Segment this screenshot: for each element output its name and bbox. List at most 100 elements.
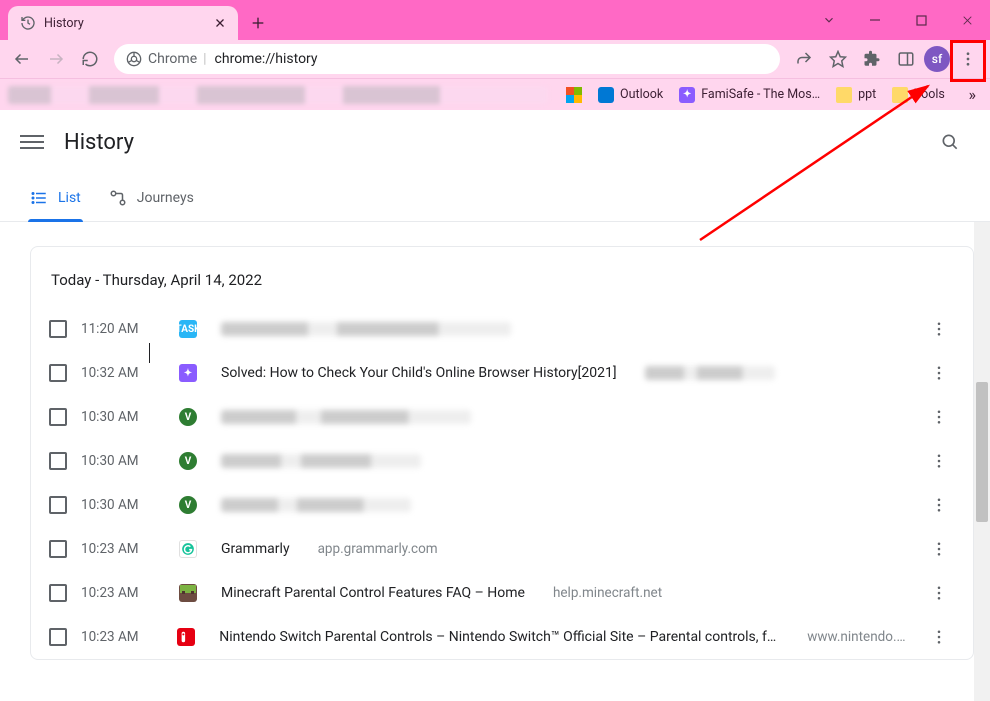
row-title: Solved: How to Check Your Child's Online… <box>221 365 617 381</box>
row-more-button[interactable] <box>923 313 955 345</box>
tab-label: Journeys <box>137 190 194 206</box>
redacted-title <box>221 322 511 336</box>
row-more-button[interactable] <box>923 445 955 477</box>
site-favicon: V <box>179 408 197 426</box>
close-window-button[interactable] <box>944 0 990 40</box>
bookmark-label: FamiSafe - The Mos… <box>701 87 820 102</box>
address-bar[interactable]: Chrome | chrome://history <box>114 44 780 74</box>
row-domain: www.nintendo.c… <box>807 629 910 645</box>
history-card: Today - Thursday, April 14, 2022 11:20 A… <box>30 246 974 660</box>
history-row[interactable]: 10:23 AM Minecraft Parental Control Featu… <box>49 571 955 615</box>
back-button[interactable] <box>6 43 38 75</box>
row-more-button[interactable] <box>923 533 955 565</box>
row-checkbox[interactable] <box>49 540 67 558</box>
site-favicon: TASK <box>179 320 197 338</box>
tab-journeys[interactable]: Journeys <box>109 174 194 221</box>
history-icon <box>20 15 36 31</box>
row-more-button[interactable] <box>923 357 955 389</box>
profile-avatar[interactable]: sf <box>924 46 950 72</box>
search-history-button[interactable] <box>930 122 970 162</box>
redacted-bookmarks <box>8 86 548 104</box>
close-tab-button[interactable] <box>212 15 228 31</box>
row-time: 10:23 AM <box>81 629 145 645</box>
row-title: Minecraft Parental Control Features FAQ … <box>221 585 525 601</box>
row-checkbox[interactable] <box>49 496 67 514</box>
tab-label: List <box>58 190 81 206</box>
window-controls <box>806 0 990 40</box>
bookmark-famisafe[interactable]: ✦ FamiSafe - The Mos… <box>671 87 828 103</box>
microsoft-icon <box>566 87 582 103</box>
forward-button[interactable] <box>40 43 72 75</box>
browser-toolbar: Chrome | chrome://history sf <box>0 40 990 78</box>
site-favicon <box>179 584 197 602</box>
row-more-button[interactable] <box>924 621 955 653</box>
row-checkbox[interactable] <box>49 452 67 470</box>
site-favicon: V <box>179 452 197 470</box>
folder-icon <box>836 87 852 103</box>
row-title: Nintendo Switch Parental Controls – Nint… <box>219 629 779 645</box>
tab-title: History <box>44 16 212 31</box>
share-button[interactable] <box>788 43 820 75</box>
maximize-button[interactable] <box>898 0 944 40</box>
extensions-button[interactable] <box>856 43 888 75</box>
site-favicon <box>177 628 195 646</box>
row-time: 10:32 AM <box>81 365 147 381</box>
bookmark-item[interactable] <box>558 87 590 103</box>
history-row[interactable]: 10:30 AM V <box>49 395 955 439</box>
row-more-button[interactable] <box>923 401 955 433</box>
bookmark-outlook[interactable]: Outlook <box>590 87 671 103</box>
redacted-title <box>221 454 421 468</box>
row-more-button[interactable] <box>923 489 955 521</box>
bookmark-star-button[interactable] <box>822 43 854 75</box>
history-row[interactable]: 10:32 AM ✦ Solved: How to Check Your Child… <box>49 351 955 395</box>
row-time: 11:20 AM <box>81 321 147 337</box>
tab-list[interactable]: List <box>30 174 81 221</box>
bookmarks-overflow-button[interactable]: » <box>963 85 983 104</box>
bookmark-label: Tools <box>914 87 945 102</box>
row-checkbox[interactable] <box>49 628 67 646</box>
row-checkbox[interactable] <box>49 320 67 338</box>
bookmark-label: Outlook <box>620 87 663 102</box>
history-row[interactable]: 10:30 AMV <box>49 483 955 527</box>
minimize-button[interactable] <box>852 0 898 40</box>
row-time: 10:23 AM <box>81 541 147 557</box>
site-favicon <box>179 540 197 558</box>
sidepanel-button[interactable] <box>890 43 922 75</box>
browser-titlebar: History <box>0 0 990 40</box>
site-chip-label: Chrome <box>148 51 197 67</box>
reload-button[interactable] <box>74 43 106 75</box>
bookmark-tools-folder[interactable]: Tools <box>884 87 953 103</box>
redacted-title <box>221 410 471 424</box>
row-checkbox[interactable] <box>49 408 67 426</box>
row-more-button[interactable] <box>923 577 955 609</box>
bookmark-label: ppt <box>858 87 876 102</box>
history-row[interactable]: 11:20 AM TASK <box>49 307 955 351</box>
site-favicon: V <box>179 496 197 514</box>
history-tabs: List Journeys <box>0 174 990 222</box>
redacted-domain <box>645 366 775 380</box>
date-heading: Today - Thursday, April 14, 2022 <box>51 271 955 289</box>
scrollbar[interactable] <box>974 222 990 701</box>
scrollbar-thumb[interactable] <box>976 382 988 522</box>
row-time: 10:30 AM <box>81 409 147 425</box>
browser-tab[interactable]: History <box>8 6 238 40</box>
bookmark-ppt-folder[interactable]: ppt <box>828 87 884 103</box>
bookmarks-bar: Outlook ✦ FamiSafe - The Mos… ppt Tools … <box>0 78 990 110</box>
tab-search-button[interactable] <box>806 0 852 40</box>
row-time: 10:23 AM <box>81 585 147 601</box>
famisafe-icon: ✦ <box>679 87 695 103</box>
site-favicon: ✦ <box>179 364 197 382</box>
row-domain: help.minecraft.net <box>553 585 662 601</box>
row-checkbox[interactable] <box>49 364 67 382</box>
row-domain: app.grammarly.com <box>318 541 438 557</box>
new-tab-button[interactable] <box>244 9 272 37</box>
browser-menu-button[interactable] <box>952 43 984 75</box>
row-checkbox[interactable] <box>49 584 67 602</box>
history-row[interactable]: 10:23 AMGrammarlyapp.grammarly.com <box>49 527 955 571</box>
redacted-title <box>221 498 411 512</box>
history-row[interactable]: 10:30 AMV <box>49 439 955 483</box>
menu-icon[interactable] <box>20 130 44 154</box>
page-content: History List Journeys Today - Thursday, … <box>0 110 990 701</box>
outlook-icon <box>598 87 614 103</box>
history-row[interactable]: 10:23 AM Nintendo Switch Parental Control… <box>49 615 955 659</box>
